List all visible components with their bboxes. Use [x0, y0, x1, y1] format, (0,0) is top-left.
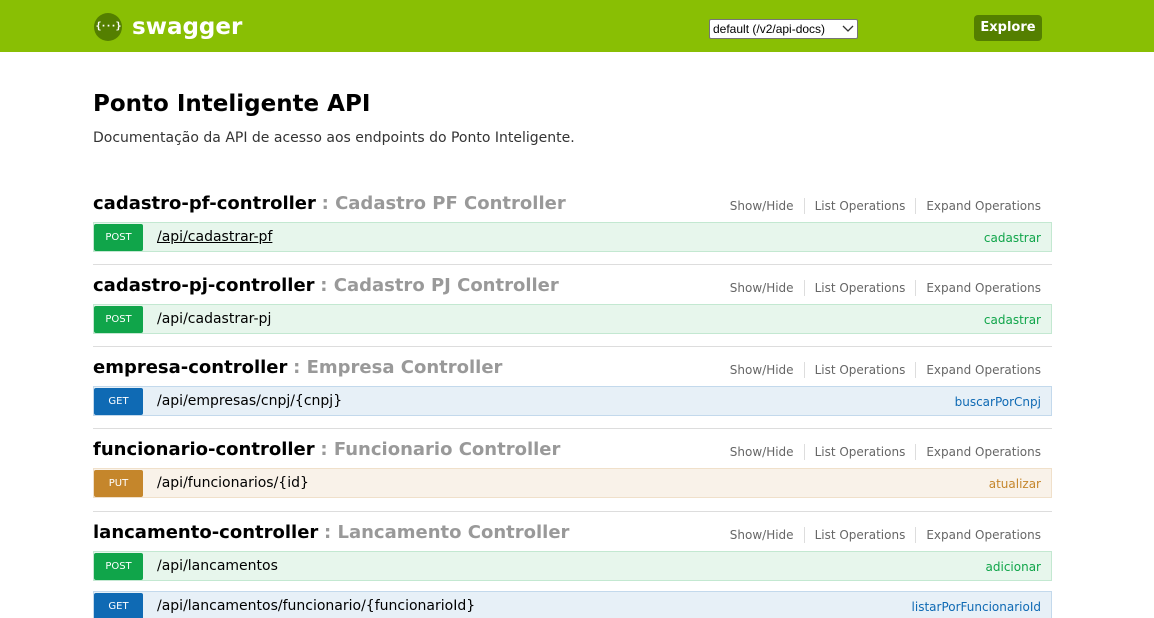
api-spec-select-value: default (/v2/api-docs) — [713, 22, 826, 36]
operation-path[interactable]: /api/cadastrar-pf — [157, 228, 272, 246]
operation-row[interactable]: POST /api/lancamentos adicionar — [93, 551, 1052, 581]
resource-links: Show/Hide List Operations Expand Operati… — [730, 198, 1041, 214]
method-badge-get[interactable]: GET — [94, 593, 143, 618]
operation-nickname[interactable]: buscarPorCnpj — [955, 394, 1041, 410]
resource-title[interactable]: cadastro-pj-controller : Cadastro PJ Con… — [93, 274, 559, 298]
resource-links: Show/Hide List Operations Expand Operati… — [730, 362, 1041, 378]
operation-path[interactable]: /api/lancamentos/funcionario/{funcionari… — [157, 597, 475, 615]
api-spec-select[interactable]: default (/v2/api-docs) — [709, 19, 858, 39]
resource-empresa-controller: empresa-controller : Empresa Controller … — [93, 352, 1052, 416]
list-operations-link[interactable]: List Operations — [803, 444, 916, 460]
operation-nickname[interactable]: listarPorFuncionarioId — [912, 599, 1041, 615]
operation-nickname[interactable]: cadastrar — [984, 312, 1041, 328]
show-hide-link[interactable]: Show/Hide — [730, 527, 804, 543]
resource-description: : Cadastro PF Controller — [321, 193, 566, 214]
chevron-down-icon — [842, 25, 854, 32]
resource-heading: cadastro-pf-controller : Cadastro PF Con… — [93, 188, 1052, 222]
resource-description: : Empresa Controller — [293, 357, 503, 378]
operation-path[interactable]: /api/empresas/cnpj/{cnpj} — [157, 392, 342, 410]
operation-row[interactable]: GET /api/empresas/cnpj/{cnpj} buscarPorC… — [93, 386, 1052, 416]
expand-operations-link[interactable]: Expand Operations — [915, 527, 1041, 543]
resource-description: : Cadastro PJ Controller — [320, 275, 559, 296]
resource-cadastro-pf-controller: cadastro-pf-controller : Cadastro PF Con… — [93, 188, 1052, 252]
operation-path[interactable]: /api/funcionarios/{id} — [157, 474, 309, 492]
operation-row[interactable]: PUT /api/funcionarios/{id} atualizar — [93, 468, 1052, 498]
resource-title[interactable]: lancamento-controller : Lancamento Contr… — [93, 521, 569, 545]
method-badge-post[interactable]: POST — [94, 306, 143, 333]
resource-links: Show/Hide List Operations Expand Operati… — [730, 444, 1041, 460]
resource-heading: cadastro-pj-controller : Cadastro PJ Con… — [93, 270, 1052, 304]
resource-funcionario-controller: funcionario-controller : Funcionario Con… — [93, 434, 1052, 498]
operation-path[interactable]: /api/cadastrar-pj — [157, 310, 271, 328]
resource-name[interactable]: empresa-controller — [93, 357, 287, 378]
resource-heading: lancamento-controller : Lancamento Contr… — [93, 517, 1052, 551]
show-hide-link[interactable]: Show/Hide — [730, 362, 804, 378]
list-operations-link[interactable]: List Operations — [803, 527, 916, 543]
show-hide-link[interactable]: Show/Hide — [730, 444, 804, 460]
resource-title[interactable]: funcionario-controller : Funcionario Con… — [93, 438, 560, 462]
api-description: Documentação da API de acesso aos endpoi… — [93, 130, 575, 146]
resource-title[interactable]: cadastro-pf-controller : Cadastro PF Con… — [93, 192, 566, 216]
show-hide-link[interactable]: Show/Hide — [730, 198, 804, 214]
expand-operations-link[interactable]: Expand Operations — [915, 280, 1041, 296]
method-badge-get[interactable]: GET — [94, 388, 143, 415]
list-operations-link[interactable]: List Operations — [803, 362, 916, 378]
explore-button[interactable]: Explore — [974, 15, 1042, 41]
swagger-logo-icon[interactable]: {···} — [94, 13, 122, 41]
resource-cadastro-pj-controller: cadastro-pj-controller : Cadastro PJ Con… — [93, 270, 1052, 334]
list-operations-link[interactable]: List Operations — [803, 280, 916, 296]
operation-row[interactable]: GET /api/lancamentos/funcionario/{funcio… — [93, 591, 1052, 618]
method-badge-post[interactable]: POST — [94, 553, 143, 580]
resource-description: : Lancamento Controller — [324, 522, 570, 543]
resource-divider — [93, 511, 1052, 512]
resource-links: Show/Hide List Operations Expand Operati… — [730, 280, 1041, 296]
operation-nickname[interactable]: cadastrar — [984, 230, 1041, 246]
resource-name[interactable]: cadastro-pj-controller — [93, 275, 315, 296]
resource-heading: funcionario-controller : Funcionario Con… — [93, 434, 1052, 468]
resource-heading: empresa-controller : Empresa Controller … — [93, 352, 1052, 386]
expand-operations-link[interactable]: Expand Operations — [915, 444, 1041, 460]
list-operations-link[interactable]: List Operations — [803, 198, 916, 214]
operation-nickname[interactable]: adicionar — [986, 559, 1041, 575]
method-badge-put[interactable]: PUT — [94, 470, 143, 497]
resource-name[interactable]: lancamento-controller — [93, 522, 318, 543]
resource-divider — [93, 346, 1052, 347]
operation-nickname[interactable]: atualizar — [989, 476, 1041, 492]
operation-row[interactable]: POST /api/cadastrar-pj cadastrar — [93, 304, 1052, 334]
expand-operations-link[interactable]: Expand Operations — [915, 362, 1041, 378]
operation-row[interactable]: POST /api/cadastrar-pf cadastrar — [93, 222, 1052, 252]
expand-operations-link[interactable]: Expand Operations — [915, 198, 1041, 214]
resource-name[interactable]: cadastro-pf-controller — [93, 193, 316, 214]
resource-divider — [93, 264, 1052, 265]
swagger-brand[interactable]: swagger — [132, 12, 242, 42]
resource-name[interactable]: funcionario-controller — [93, 439, 315, 460]
resource-title[interactable]: empresa-controller : Empresa Controller — [93, 356, 502, 380]
operation-path[interactable]: /api/lancamentos — [157, 557, 278, 575]
top-header-bar: {···} swagger default (/v2/api-docs) Exp… — [0, 0, 1154, 52]
api-title: Ponto Inteligente API — [93, 91, 371, 117]
resource-lancamento-controller: lancamento-controller : Lancamento Contr… — [93, 517, 1052, 618]
show-hide-link[interactable]: Show/Hide — [730, 280, 804, 296]
resource-description: : Funcionario Controller — [320, 439, 561, 460]
resource-links: Show/Hide List Operations Expand Operati… — [730, 527, 1041, 543]
resource-divider — [93, 428, 1052, 429]
method-badge-post[interactable]: POST — [94, 224, 143, 251]
